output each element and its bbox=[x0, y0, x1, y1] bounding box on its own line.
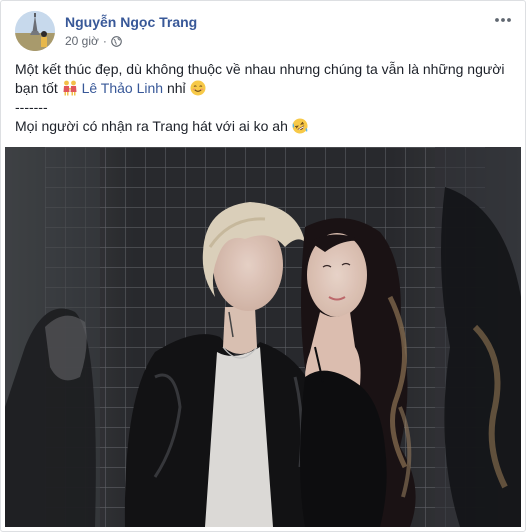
more-options-button[interactable] bbox=[493, 11, 513, 29]
author-name-link[interactable]: Nguyễn Ngọc Trang bbox=[65, 14, 197, 30]
message-text-4: Mọi người có nhận ra Trang hát với ai ko… bbox=[15, 118, 292, 134]
post-timestamp[interactable]: 20 giờ bbox=[65, 34, 99, 48]
meta-separator: · bbox=[102, 34, 107, 48]
post-meta: 20 giờ · bbox=[65, 34, 122, 48]
message-separator: ------- bbox=[15, 99, 48, 115]
globe-icon[interactable] bbox=[111, 35, 122, 47]
more-options-icon bbox=[495, 18, 511, 22]
message-line-2: bạn tốt Lê Thảo Linh nhỉ bbox=[15, 79, 515, 98]
message-text-suffix: nhỉ bbox=[163, 80, 190, 96]
post-header: Nguyễn Ngọc Trang 20 giờ · bbox=[15, 11, 515, 55]
two-women-holding-hands-icon bbox=[62, 80, 78, 96]
post-message: Một kết thúc đẹp, dù không thuộc về nhau… bbox=[15, 60, 515, 136]
message-text: bạn tốt bbox=[15, 80, 62, 96]
message-line-1: Một kết thúc đẹp, dù không thuộc về nhau… bbox=[15, 61, 505, 77]
message-line-4: Mọi người có nhận ra Trang hát với ai ko… bbox=[15, 117, 515, 136]
feed-post: Nguyễn Ngọc Trang 20 giờ · Một kết thúc … bbox=[0, 0, 526, 532]
rolling-laughing-face-icon bbox=[292, 118, 308, 134]
mention-link[interactable]: Lê Thảo Linh bbox=[82, 80, 163, 96]
smiling-face-icon bbox=[190, 80, 206, 96]
post-photo[interactable] bbox=[5, 147, 521, 527]
author-avatar[interactable] bbox=[15, 11, 55, 51]
